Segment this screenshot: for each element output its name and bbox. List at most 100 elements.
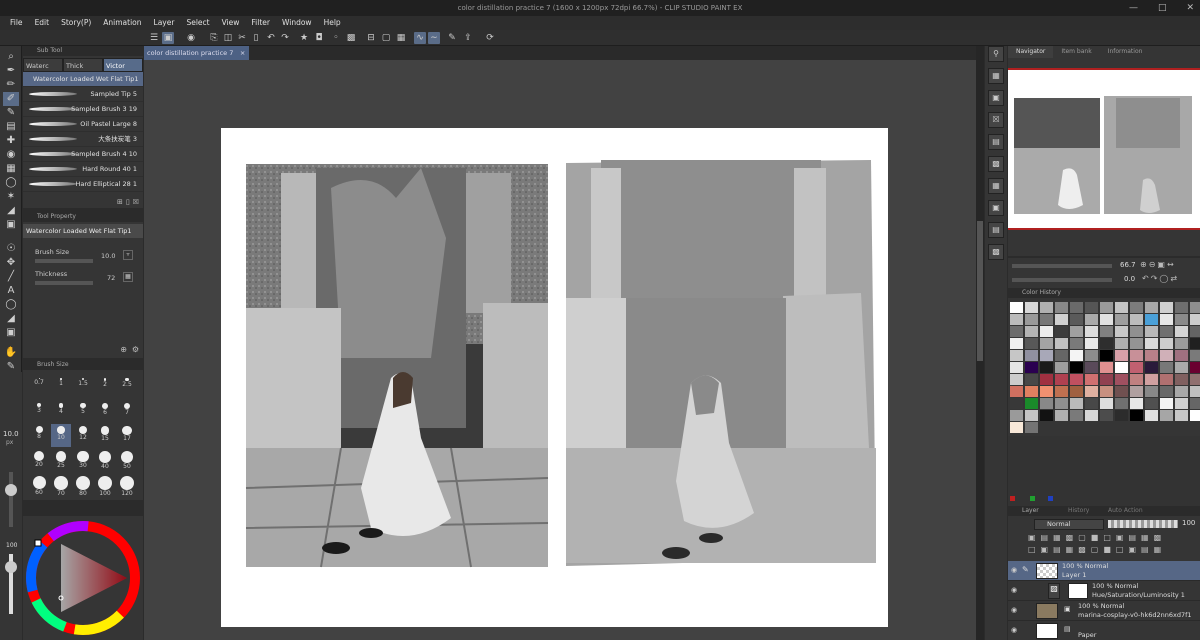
brush-size-option[interactable]: 8 bbox=[29, 424, 49, 447]
brush-size-option[interactable]: 100 bbox=[95, 474, 115, 497]
color-swatch[interactable] bbox=[1100, 326, 1113, 337]
brush-size-option[interactable]: 17 bbox=[117, 424, 137, 447]
gradient-tool-icon[interactable]: ▣ bbox=[3, 218, 19, 232]
visibility-eye-icon[interactable]: ◉ bbox=[1011, 586, 1017, 594]
color-swatch[interactable] bbox=[1070, 398, 1083, 409]
material-icon[interactable]: ▣ bbox=[988, 90, 1004, 106]
brush-size-slider[interactable] bbox=[35, 259, 93, 263]
color-swatch[interactable] bbox=[1130, 386, 1143, 397]
menu-filter[interactable]: Filter bbox=[245, 16, 276, 30]
color-swatch[interactable] bbox=[1190, 386, 1200, 397]
color-swatch[interactable] bbox=[1055, 338, 1068, 349]
color-swatch[interactable] bbox=[1100, 362, 1113, 373]
tab-item-bank[interactable]: Item bank bbox=[1053, 46, 1099, 58]
color-swatch[interactable] bbox=[1055, 302, 1068, 313]
color-swatch[interactable] bbox=[1010, 362, 1023, 373]
ruler-snap-icon[interactable]: ∿ bbox=[414, 32, 426, 44]
brush-size-option[interactable]: 10 bbox=[51, 424, 71, 447]
layer-opacity-value[interactable]: 100 bbox=[1182, 519, 1195, 527]
blend-mode-select[interactable]: Normal bbox=[1034, 519, 1104, 530]
special-ruler-icon[interactable]: ∼ bbox=[428, 32, 440, 44]
brush-item[interactable]: Hard Round 40 1 bbox=[23, 162, 143, 177]
menu-help[interactable]: Help bbox=[318, 16, 347, 30]
layer-opacity-slider[interactable] bbox=[1108, 520, 1178, 528]
color-swatch[interactable] bbox=[1025, 362, 1038, 373]
brush-size-option[interactable]: 80 bbox=[73, 474, 93, 497]
color-swatch[interactable] bbox=[1145, 338, 1158, 349]
eraser-tool-icon[interactable]: ▤ bbox=[3, 120, 19, 134]
settings-icon[interactable]: ⚙ bbox=[132, 345, 139, 354]
document-tab[interactable]: color distillation practice 7 × bbox=[144, 46, 250, 60]
figure-tool-icon[interactable]: ▦ bbox=[3, 162, 19, 176]
color-swatch[interactable] bbox=[1040, 410, 1053, 421]
color-swatch[interactable] bbox=[1115, 326, 1128, 337]
color-swatch[interactable] bbox=[1085, 302, 1098, 313]
line-tool-icon[interactable]: ╱ bbox=[3, 270, 19, 284]
deselect-icon[interactable]: ◦ bbox=[330, 32, 342, 44]
color-swatch[interactable] bbox=[1010, 398, 1023, 409]
color-swatch[interactable] bbox=[1055, 314, 1068, 325]
layer-toolbar-2[interactable]: □▣▤▦▩▢■□▣▤▦ bbox=[1028, 545, 1166, 554]
menu-window[interactable]: Window bbox=[276, 16, 318, 30]
save-icon[interactable]: ◉ bbox=[185, 32, 197, 44]
color-swatch[interactable] bbox=[1190, 350, 1200, 361]
color-swatch[interactable] bbox=[1085, 410, 1098, 421]
color-swatch[interactable] bbox=[1055, 374, 1068, 385]
color-swatch[interactable] bbox=[1190, 326, 1200, 337]
color-swatch[interactable] bbox=[1145, 302, 1158, 313]
color-swatch[interactable] bbox=[1040, 374, 1053, 385]
color-swatch[interactable] bbox=[1190, 410, 1200, 421]
color-swatch[interactable] bbox=[1145, 350, 1158, 361]
color-swatch[interactable] bbox=[1055, 386, 1068, 397]
minimize-icon[interactable]: — bbox=[1129, 0, 1138, 16]
color-swatch[interactable] bbox=[1010, 386, 1023, 397]
color-set-icon[interactable]: ▦ bbox=[988, 178, 1004, 194]
thickness-slider[interactable] bbox=[35, 281, 93, 285]
menu-file[interactable]: File bbox=[4, 16, 29, 30]
color-swatch[interactable] bbox=[1040, 338, 1053, 349]
color-swatch[interactable] bbox=[1085, 386, 1098, 397]
cut-icon[interactable]: ✂ bbox=[236, 32, 248, 44]
frame-tool-icon[interactable]: ▣ bbox=[3, 326, 19, 340]
brush-item[interactable]: Oil Pastel Large 8 bbox=[23, 117, 143, 132]
pen-pressure-icon[interactable]: ✎ bbox=[446, 32, 458, 44]
color-swatch[interactable] bbox=[1100, 410, 1113, 421]
color-swatch[interactable] bbox=[1175, 338, 1188, 349]
color-swatch[interactable] bbox=[1115, 314, 1128, 325]
color-swatch[interactable] bbox=[1070, 362, 1083, 373]
color-swatch[interactable] bbox=[1085, 350, 1098, 361]
color-swatch[interactable] bbox=[1145, 374, 1158, 385]
tab-navigator[interactable]: Navigator bbox=[1008, 46, 1054, 58]
color-swatch[interactable] bbox=[1160, 302, 1173, 313]
rotation-buttons[interactable]: ↶↷◯⇄ bbox=[1142, 274, 1179, 283]
color-swatch[interactable] bbox=[1100, 338, 1113, 349]
subtool-tab-watercolor[interactable]: Waterc bbox=[23, 58, 63, 72]
airbrush-tool-icon[interactable]: ✎ bbox=[3, 106, 19, 120]
menu-icon[interactable]: ☰ bbox=[148, 32, 160, 44]
brush-item[interactable]: Sampled Brush 4 10 bbox=[23, 147, 143, 162]
color-swatch[interactable] bbox=[1115, 362, 1128, 373]
color-swatch[interactable] bbox=[1040, 302, 1053, 313]
search-icon[interactable]: ⚲ bbox=[988, 46, 1004, 62]
blend-tool-icon[interactable]: ◉ bbox=[3, 148, 19, 162]
brush-item[interactable]: Sampled Brush 3 19 bbox=[23, 102, 143, 117]
color-swatch[interactable] bbox=[1085, 374, 1098, 385]
tab-information[interactable]: Information bbox=[1100, 46, 1151, 58]
color-swatch[interactable] bbox=[1130, 350, 1143, 361]
color-swatch[interactable] bbox=[1025, 350, 1038, 361]
color-swatch[interactable] bbox=[1025, 422, 1038, 433]
layer-row[interactable]: ◉ ▣ 100 % Normal marina-cosplay-v0-hk6d2… bbox=[1008, 601, 1200, 621]
color-swatch[interactable] bbox=[1160, 398, 1173, 409]
canvas-paper[interactable] bbox=[221, 128, 888, 627]
color-wheel[interactable] bbox=[23, 516, 143, 640]
color-swatch[interactable] bbox=[1145, 362, 1158, 373]
color-swatch[interactable] bbox=[1130, 302, 1143, 313]
canvas-scrollbar[interactable] bbox=[976, 46, 984, 640]
color-swatch[interactable] bbox=[1175, 302, 1188, 313]
brush-size-option[interactable]: 0.7 bbox=[29, 374, 49, 397]
color-swatch[interactable] bbox=[1085, 362, 1098, 373]
text-tool-icon[interactable]: A bbox=[3, 284, 19, 298]
rotation-value[interactable]: 0.0 bbox=[1124, 275, 1135, 283]
brush-size-option[interactable]: 2.5 bbox=[117, 374, 137, 397]
operation-tool-icon[interactable]: ☉ bbox=[3, 242, 19, 256]
